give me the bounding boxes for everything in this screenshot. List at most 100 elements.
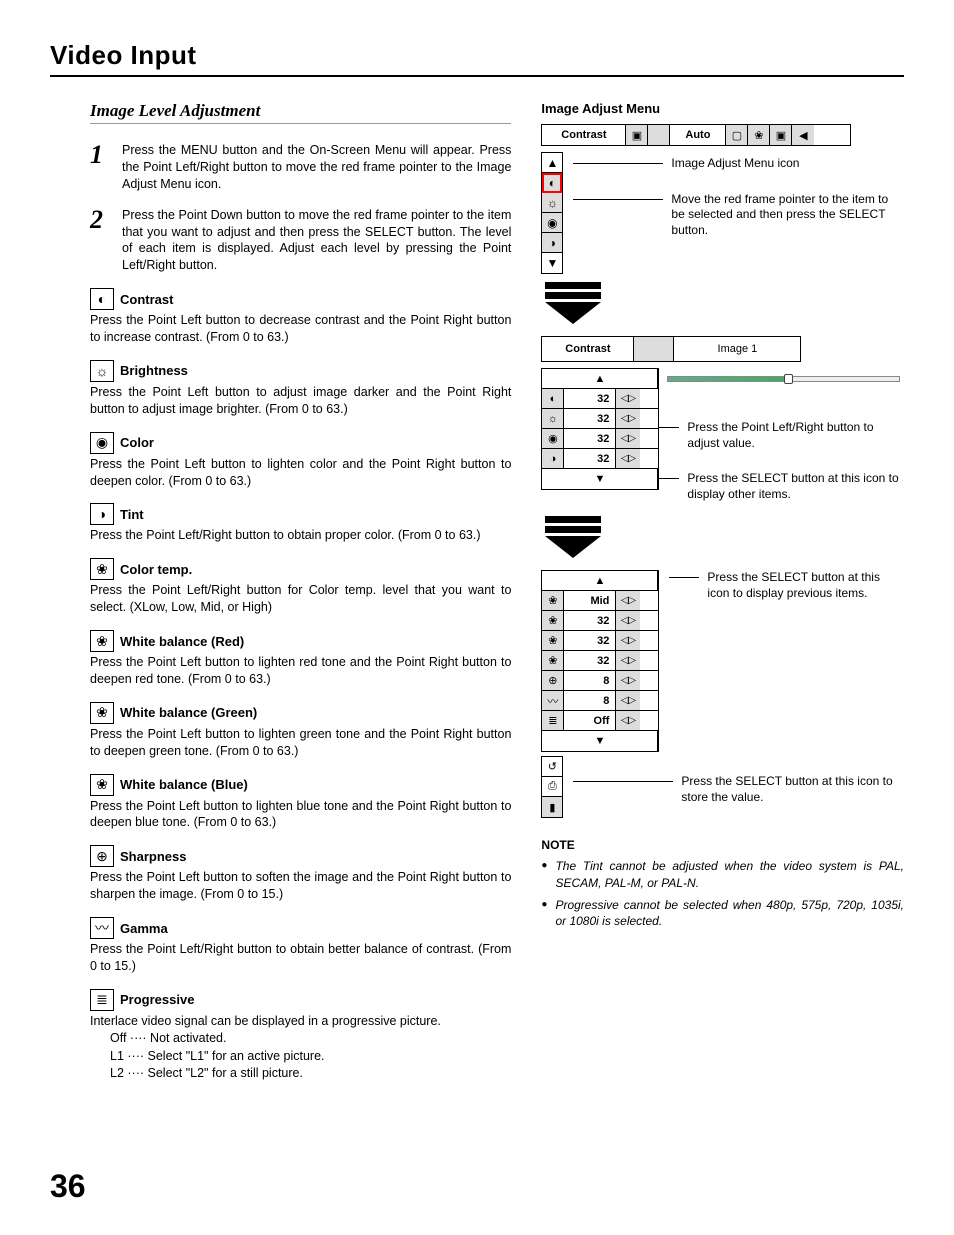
quit-icon: ▮ — [542, 797, 562, 817]
callout-menu-icon: Image Adjust Menu icon — [671, 156, 799, 172]
menubar-icon: ◀ — [792, 125, 814, 145]
lr-arrows-icon: ◁▷ — [616, 631, 640, 650]
callout-adjust: Press the Point Left/Right button to adj… — [687, 420, 904, 451]
adj-title: Tint — [120, 507, 144, 522]
row-icon: ◐ — [542, 389, 564, 408]
adj-title: Sharpness — [120, 849, 186, 864]
adj-title: Color — [120, 435, 154, 450]
callout-line — [573, 163, 663, 164]
figure-title: Image Adjust Menu — [541, 101, 904, 116]
panel-head-image: Image 1 — [674, 337, 800, 361]
menubar-icon: ❀ — [748, 125, 770, 145]
adj-title: Contrast — [120, 292, 173, 307]
down-arrow-icon: ▼ — [542, 469, 658, 489]
osd-values-panel: Contrast Image 1 ▲ ◐ 32 ◁▷ — [541, 336, 904, 508]
reset-icon: ↺ — [542, 757, 562, 777]
adj-wb-blue: ❀ White balance (Blue) Press the Point L… — [90, 774, 511, 832]
up-arrow-icon: ▲ — [542, 153, 562, 173]
row-value: 32 — [564, 611, 616, 630]
note-item: ● Progressive cannot be selected when 48… — [541, 897, 904, 929]
brightness-icon: ☼ — [90, 360, 114, 382]
menubar-icon: ▢ — [726, 125, 748, 145]
up-arrow-icon: ▲ — [542, 571, 658, 590]
adj-desc: Press the Point Left button to adjust im… — [90, 384, 511, 418]
section-title: Image Level Adjustment — [90, 101, 511, 124]
callout-line — [659, 427, 679, 428]
step-text: Press the MENU button and the On-Screen … — [122, 142, 511, 193]
row-icon: ≣ — [542, 711, 564, 730]
adj-desc: Press the Point Left button to decrease … — [90, 312, 511, 346]
note-heading: NOTE — [541, 838, 904, 852]
down-arrow-icon: ▼ — [542, 731, 658, 751]
lr-arrows-icon: ◁▷ — [616, 449, 640, 468]
adj-sharpness: ⊕ Sharpness Press the Point Left button … — [90, 845, 511, 903]
flow-arrow-icon — [545, 282, 904, 324]
osd-icon-column: ▲ ◐ ☼ ◉ ◑ ▼ — [541, 152, 563, 274]
panel-head-contrast: Contrast — [542, 337, 634, 361]
row-value: 32 — [564, 389, 616, 408]
row-value: 32 — [564, 651, 616, 670]
bullet-icon: ● — [541, 858, 547, 890]
adj-title: White balance (Blue) — [120, 777, 248, 792]
adj-desc: Interlace video signal can be displayed … — [90, 1013, 511, 1030]
adj-desc: Press the Point Left/Right button to obt… — [90, 941, 511, 975]
row-value: 8 — [564, 691, 616, 710]
adj-desc: Press the Point Left/Right button to obt… — [90, 527, 511, 544]
adj-color: ◉ Color Press the Point Left button to l… — [90, 432, 511, 490]
row-icon: ☼ — [542, 409, 564, 428]
note-item: ● The Tint cannot be adjusted when the v… — [541, 858, 904, 890]
callout-other: Press the SELECT button at this icon to … — [687, 471, 904, 502]
value-list: ▲ ◐ 32 ◁▷ ☼ 32 ◁▷ ◉ 32 ◁▷ — [541, 368, 659, 490]
osd-menubar: Contrast ▣ Auto ▢ ❀ ▣ ◀ — [541, 124, 851, 146]
lr-arrows-icon: ◁▷ — [616, 429, 640, 448]
adj-wb-red: ❀ White balance (Red) Press the Point Le… — [90, 630, 511, 688]
step-1: 1 Press the MENU button and the On-Scree… — [90, 142, 511, 193]
lr-arrows-icon: ◁▷ — [616, 389, 640, 408]
adj-color-temp: ❀ Color temp. Press the Point Left/Right… — [90, 558, 511, 616]
row-icon: ❀ — [542, 611, 564, 630]
row-value: Off — [564, 711, 616, 730]
row-value: 8 — [564, 671, 616, 690]
note-text: The Tint cannot be adjusted when the vid… — [555, 858, 904, 890]
tint-row-icon: ◑ — [542, 233, 562, 253]
callout-prev: Press the SELECT button at this icon to … — [707, 570, 904, 601]
prog-mode-l2: L2 ···· Select "L2" for a still picture. — [110, 1065, 511, 1082]
adj-desc: Press the Point Left button to lighten g… — [90, 726, 511, 760]
row-icon: ❀ — [542, 631, 564, 650]
row-value: 32 — [564, 631, 616, 650]
osd-values-panel-2: ▲ ❀Mid◁▷ ❀32◁▷ ❀32◁▷ ❀32◁▷ ⊕8◁▷ 〰8◁▷ ≣Of… — [541, 570, 904, 752]
wb-green-icon: ❀ — [90, 702, 114, 724]
row-icon: ❀ — [542, 651, 564, 670]
adj-gamma: 〰 Gamma Press the Point Left/Right butto… — [90, 917, 511, 975]
adj-desc: Press the Point Left button to lighten b… — [90, 798, 511, 832]
callout-store: Press the SELECT button at this icon to … — [681, 774, 904, 805]
left-column: Image Level Adjustment 1 Press the MENU … — [90, 101, 511, 1096]
menubar-spacer — [648, 125, 670, 145]
tint-icon: ◑ — [90, 503, 114, 525]
step-number: 2 — [90, 207, 108, 275]
progressive-icon: ≣ — [90, 989, 114, 1011]
brightness-row-icon: ☼ — [542, 193, 562, 213]
menubar-icon: ▣ — [626, 125, 648, 145]
prog-mode-l1: L1 ···· Select "L1" for an active pictur… — [110, 1048, 511, 1065]
adj-progressive: ≣ Progressive Interlace video signal can… — [90, 989, 511, 1083]
step-2: 2 Press the Point Down button to move th… — [90, 207, 511, 275]
lr-arrows-icon: ◁▷ — [616, 591, 640, 610]
lr-arrows-icon: ◁▷ — [616, 611, 640, 630]
contrast-icon: ◐ — [90, 288, 114, 310]
page-title: Video Input — [50, 40, 904, 77]
row-icon: ❀ — [542, 591, 564, 610]
step-number: 1 — [90, 142, 108, 193]
adj-title: Progressive — [120, 992, 194, 1007]
row-icon: ◉ — [542, 429, 564, 448]
row-value: 32 — [564, 409, 616, 428]
lr-arrows-icon: ◁▷ — [616, 711, 640, 730]
callout-line — [573, 199, 663, 200]
callout-line — [659, 478, 679, 479]
color-icon: ◉ — [90, 432, 114, 454]
osd-tool-column: ↺ ⎙ ▮ — [541, 756, 563, 818]
row-value: 32 — [564, 429, 616, 448]
color-temp-icon: ❀ — [90, 558, 114, 580]
page-number: 36 — [50, 1168, 86, 1205]
lr-arrows-icon: ◁▷ — [616, 409, 640, 428]
